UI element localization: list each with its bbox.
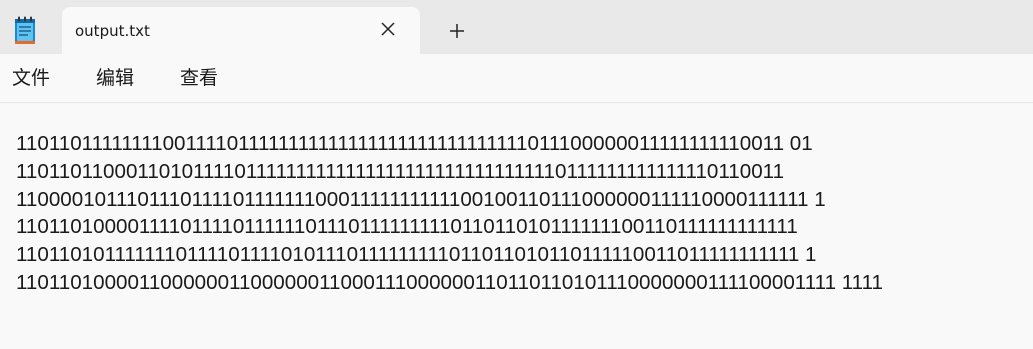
editor-line: 1101101000011110111101111110111011111111… [16,215,798,239]
editor-content: 1101101111111100111101111111111111111111… [16,130,1026,297]
editor-line: 1100001011101110111101111111000111111111… [16,187,826,211]
tab-title: output.txt [75,22,150,40]
tab-output-txt[interactable]: output.txt [62,7,420,54]
editor-line: 1101101100011010111101111111111111111111… [16,159,785,183]
editor-line: 1101101000011000000110000001100011100000… [16,270,883,294]
tab-bar: output.txt [0,0,1033,54]
menu-edit[interactable]: 编辑 [96,66,134,90]
menu-bar: 文件 编辑 查看 [0,54,1033,103]
plus-icon[interactable] [448,22,466,40]
notepad-icon[interactable] [14,16,38,44]
menu-file[interactable]: 文件 [12,66,50,90]
menu-view[interactable]: 查看 [180,66,218,90]
editor-line: 1101101011111110111101111010111011111111… [16,243,817,267]
text-editor[interactable]: 1101101111111100111101111111111111111111… [0,103,1033,349]
close-icon[interactable] [378,19,398,39]
editor-line: 1101101111111100111101111111111111111111… [16,132,813,155]
